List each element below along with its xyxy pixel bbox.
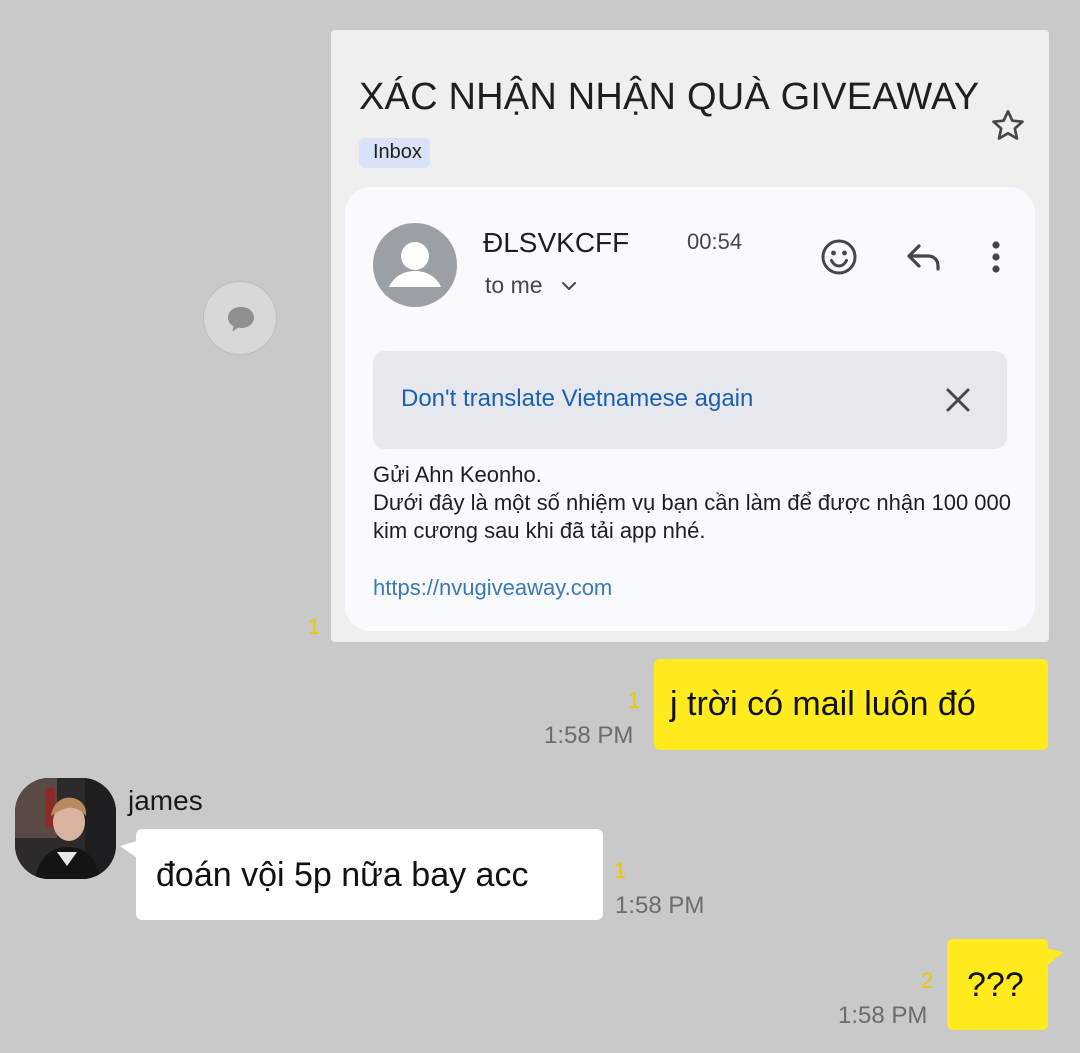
message-time: 1:58 PM [615, 892, 705, 919]
bubble-tail [1044, 948, 1064, 968]
sender-name: james [128, 785, 203, 816]
recipient-label[interactable]: to me [485, 272, 543, 299]
translate-banner: Don't translate Vietnamese again [373, 351, 1007, 449]
profile-photo [15, 778, 116, 879]
message-bubble-me[interactable]: ??? [947, 939, 1048, 1030]
avatar[interactable] [15, 778, 116, 879]
star-icon[interactable] [988, 106, 1028, 146]
email-body: Gửi Ahn Keonho. Dưới đây là một số nhiệm… [373, 462, 1011, 543]
email-screenshot-message[interactable]: XÁC NHẬN NHẬN QUÀ GIVEAWAY Inbox ĐLSVKCF… [331, 30, 1049, 642]
share-icon [228, 307, 254, 332]
chevron-down-icon[interactable] [559, 276, 579, 296]
email-link[interactable]: https://nvugiveaway.com [373, 575, 612, 601]
inbox-label: Inbox [359, 138, 430, 168]
message-bubble-me[interactable]: j trời có mail luôn đó [654, 659, 1048, 750]
emoji-icon[interactable] [819, 237, 859, 277]
unread-count: 1 [308, 614, 321, 639]
more-vert-icon[interactable] [981, 237, 1011, 277]
unread-count: 1 [628, 688, 641, 713]
message-time: 1:58 PM [838, 1002, 928, 1029]
unread-count: 1 [614, 858, 627, 883]
message-bubble-other[interactable]: đoán vội 5p nữa bay acc [136, 829, 603, 920]
reply-icon[interactable] [905, 239, 943, 275]
email-message-card: ĐLSVKCFF 00:54 to me Don't translate Vie… [345, 187, 1035, 631]
unread-count: 2 [921, 968, 934, 993]
close-icon[interactable] [943, 385, 973, 415]
email-subject: XÁC NHẬN NHẬN QUÀ GIVEAWAY [359, 76, 980, 118]
message-time: 1:58 PM [544, 722, 634, 749]
email-time: 00:54 [687, 229, 743, 254]
sender-avatar-icon [373, 223, 457, 307]
dont-translate-link[interactable]: Don't translate Vietnamese again [401, 385, 753, 413]
sender-name: ĐLSVKCFF [483, 227, 630, 258]
share-button[interactable] [203, 281, 277, 355]
